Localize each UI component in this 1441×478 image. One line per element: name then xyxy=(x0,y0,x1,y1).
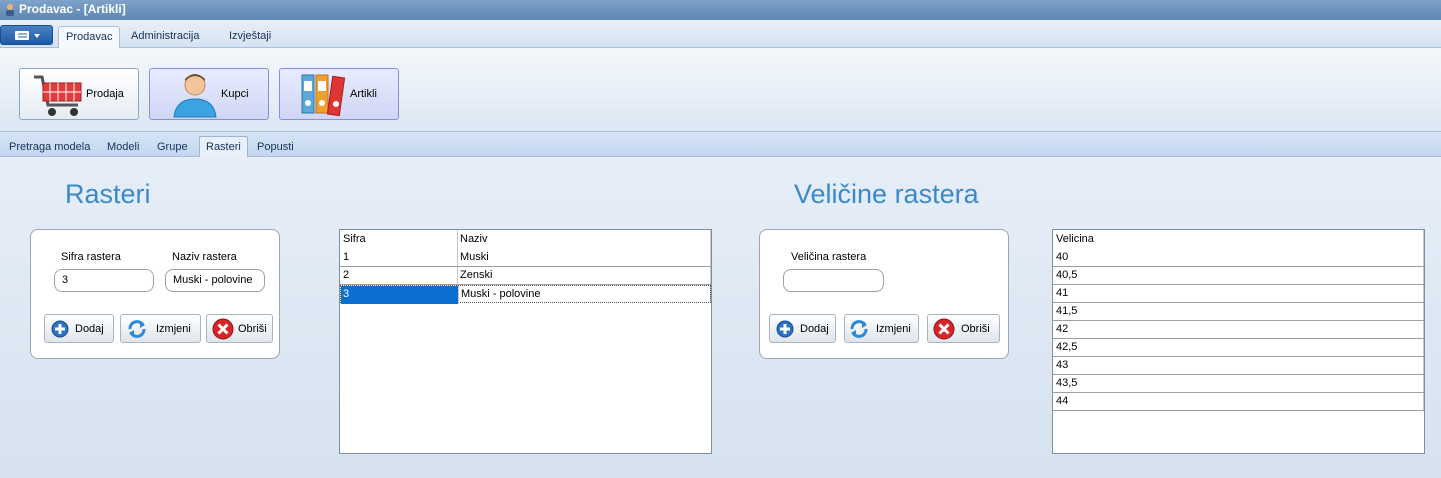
tab-grupe[interactable]: Grupe xyxy=(151,137,194,157)
edit-label: Izmjeni xyxy=(156,323,191,335)
velicine-delete-button[interactable]: Obriši xyxy=(927,314,1000,343)
column-header-naziv[interactable]: Naziv xyxy=(458,230,488,248)
shopping-cart-icon xyxy=(34,75,82,116)
cell-naziv: Muski - polovine xyxy=(458,286,710,304)
naziv-input[interactable]: Muski - polovine xyxy=(165,269,265,292)
add-icon xyxy=(776,320,794,338)
cell-velicina: 40,5 xyxy=(1056,269,1078,281)
cell-sifra: 3 xyxy=(341,286,458,304)
cell-velicina: 41,5 xyxy=(1056,305,1078,317)
cell-sifra: 2 xyxy=(343,269,350,281)
velicine-heading: Veličine rastera xyxy=(794,179,979,209)
delete-icon xyxy=(212,318,234,340)
ribbon-tab-strip: Prodavac Administracija Izvještaji xyxy=(0,20,1441,49)
tab-pretraga-modela[interactable]: Pretraga modela xyxy=(3,137,96,157)
cell-sifra: 1 xyxy=(343,251,350,263)
cell-velicina: 40 xyxy=(1056,251,1069,263)
table-row[interactable]: 2 Zenski xyxy=(340,267,711,285)
ribbon-body: Prodaja Kupci Artikli xyxy=(0,48,1441,132)
cell-velicina: 43 xyxy=(1056,359,1069,371)
cell-velicina: 42 xyxy=(1056,323,1069,335)
menu-icon xyxy=(15,31,40,40)
refresh-icon xyxy=(850,320,868,338)
grid-header-row: Velicina xyxy=(1053,230,1424,249)
rasteri-form-panel: Sifra rastera Naziv rastera 3 Muski - po… xyxy=(30,229,280,359)
delete-label: Obriši xyxy=(238,323,267,335)
kupci-label: Kupci xyxy=(221,88,249,100)
table-row-selected[interactable]: 3 Muski - polovine xyxy=(340,285,711,304)
app-icon xyxy=(6,4,14,16)
column-header-velicina[interactable]: Velicina xyxy=(1054,230,1094,248)
add-label: Dodaj xyxy=(75,323,104,335)
sub-tab-strip: Pretraga modela Modeli Grupe Rasteri Pop… xyxy=(0,132,1441,157)
column-header-sifra[interactable]: Sifra xyxy=(341,230,366,248)
ribbon-tab-izvjestaji[interactable]: Izvještaji xyxy=(222,26,278,48)
tab-modeli[interactable]: Modeli xyxy=(101,137,145,157)
delete-label: Obriši xyxy=(961,323,990,335)
naziv-label: Naziv rastera xyxy=(172,251,237,263)
tab-rasteri[interactable]: Rasteri xyxy=(199,136,248,157)
edit-label: Izmjeni xyxy=(876,323,911,335)
title-bar: Prodavac - [Artikli] xyxy=(0,0,1441,20)
sifra-label: Sifra rastera xyxy=(61,251,121,263)
rasteri-add-button[interactable]: Dodaj xyxy=(44,314,114,343)
window-title: Prodavac - [Artikli] xyxy=(19,2,126,16)
ribbon-tab-prodavac[interactable]: Prodavac xyxy=(58,26,121,49)
app-menu-button[interactable] xyxy=(0,25,53,45)
table-row[interactable]: 42,5 xyxy=(1053,339,1424,357)
artikli-label: Artikli xyxy=(350,88,377,100)
artikli-button[interactable]: Artikli xyxy=(279,68,399,120)
velicine-add-button[interactable]: Dodaj xyxy=(769,314,836,343)
grid-header-row: Sifra Naziv xyxy=(340,230,711,249)
cell-velicina: 42,5 xyxy=(1056,341,1078,353)
prodaja-label: Prodaja xyxy=(86,88,124,100)
table-row[interactable]: 41 xyxy=(1053,285,1424,303)
velicine-form-panel: Veličina rastera Dodaj Izmjeni Obriši xyxy=(759,229,1009,359)
rasteri-delete-button[interactable]: Obriši xyxy=(206,314,273,343)
add-label: Dodaj xyxy=(800,323,829,335)
cell-naziv: Zenski xyxy=(460,269,493,281)
rasteri-heading: Rasteri xyxy=(65,179,151,209)
prodaja-button[interactable]: Prodaja xyxy=(19,68,139,120)
kupci-button[interactable]: Kupci xyxy=(149,68,269,120)
table-row[interactable]: 43 xyxy=(1053,357,1424,375)
velicina-input[interactable] xyxy=(783,269,884,292)
add-icon xyxy=(51,320,69,338)
table-row[interactable]: 40 xyxy=(1053,249,1424,267)
table-row[interactable]: 41,5 xyxy=(1053,303,1424,321)
table-row[interactable]: 40,5 xyxy=(1053,267,1424,285)
cell-velicina: 41 xyxy=(1056,287,1069,299)
tab-popusti[interactable]: Popusti xyxy=(251,137,300,157)
velicine-grid[interactable]: Velicina 40 40,5 41 41,5 42 42,5 43 43,5… xyxy=(1052,229,1425,454)
table-row[interactable]: 1 Muski xyxy=(340,249,711,267)
customer-icon xyxy=(173,74,217,118)
rasteri-grid[interactable]: Sifra Naziv 1 Muski 2 Zenski 3 Muski - p… xyxy=(339,229,712,454)
velicine-edit-button[interactable]: Izmjeni xyxy=(844,314,919,343)
sifra-input[interactable]: 3 xyxy=(54,269,154,292)
velicina-label: Veličina rastera xyxy=(791,251,867,263)
cell-velicina: 44 xyxy=(1056,395,1069,407)
delete-icon xyxy=(933,318,955,340)
binders-icon xyxy=(301,74,346,117)
table-row[interactable]: 44 xyxy=(1053,393,1424,411)
table-row[interactable]: 43,5 xyxy=(1053,375,1424,393)
cell-velicina: 43,5 xyxy=(1056,377,1078,389)
cell-naziv: Muski xyxy=(460,251,489,263)
ribbon-tab-administracija[interactable]: Administracija xyxy=(124,26,206,48)
content-area: Rasteri Veličine rastera Sifra rastera N… xyxy=(0,157,1441,478)
refresh-icon xyxy=(128,320,146,338)
table-row[interactable]: 42 xyxy=(1053,321,1424,339)
rasteri-edit-button[interactable]: Izmjeni xyxy=(120,314,201,343)
